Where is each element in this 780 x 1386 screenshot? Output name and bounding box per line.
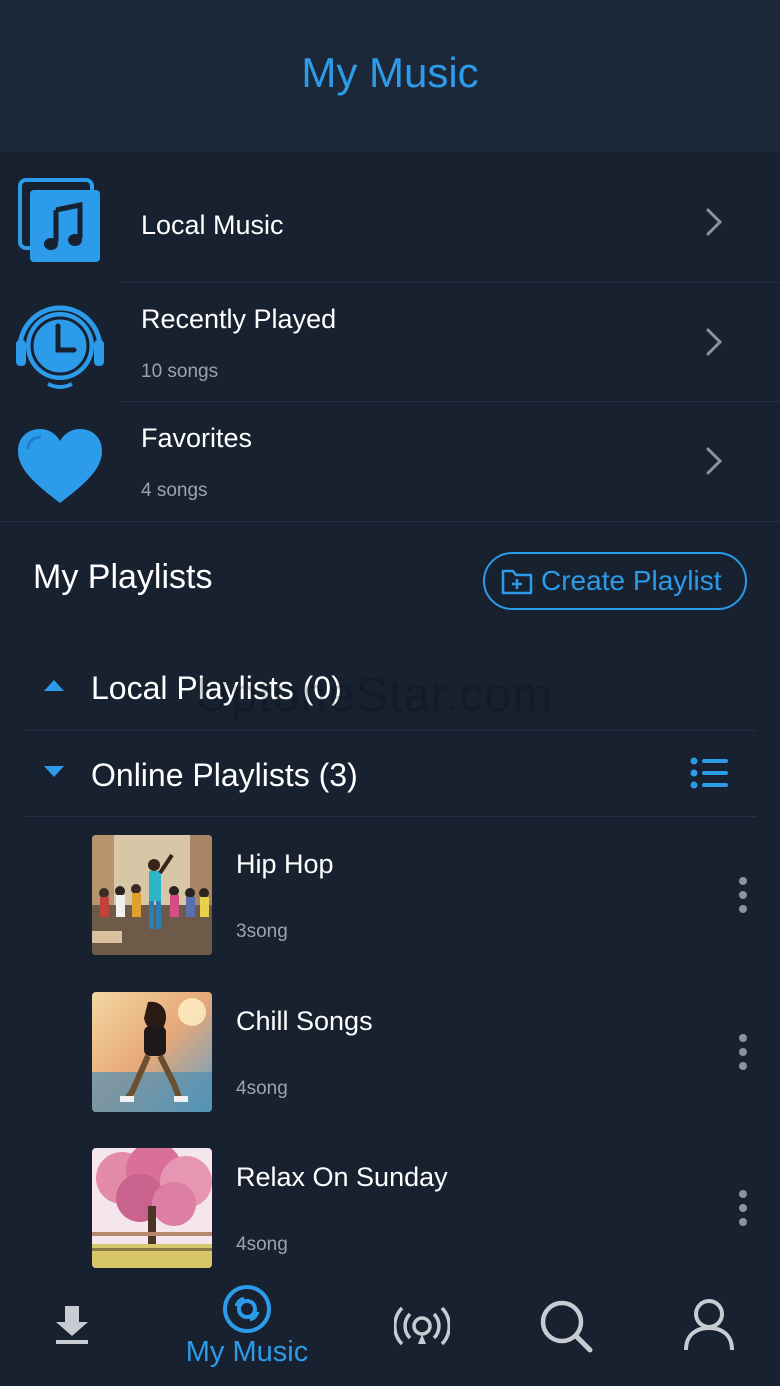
create-playlist-label: Create Playlist	[541, 565, 722, 596]
local-playlists-label: Local Playlists (0)	[91, 670, 342, 706]
playlist-name: Hip Hop	[236, 849, 334, 879]
create-playlist-button[interactable]: Create Playlist	[483, 552, 747, 610]
nav-search[interactable]	[536, 1268, 596, 1386]
nav-download[interactable]	[40, 1268, 104, 1386]
playlist-item[interactable]: Chill Songs 4song	[0, 992, 780, 1122]
nav-my-music-label: My Music	[185, 1336, 309, 1368]
more-options-icon[interactable]	[732, 1188, 754, 1228]
bottom-navigation: My Music	[0, 1268, 780, 1386]
favorites-row[interactable]: Favorites 4 songs	[0, 405, 780, 523]
radio-broadcast-icon	[394, 1306, 450, 1346]
clock-headphones-icon	[16, 305, 104, 389]
recently-played-label: Recently Played	[141, 304, 337, 334]
app-header: My Music	[0, 0, 780, 152]
local-music-label: Local Music	[141, 210, 284, 240]
recently-played-count: 10 songs	[141, 361, 219, 382]
divider	[0, 521, 780, 522]
profile-icon	[684, 1299, 734, 1351]
playlist-song-count: 4song	[236, 1078, 288, 1099]
local-playlists-group[interactable]: Local Playlists (0)	[24, 644, 756, 730]
caret-down-icon	[44, 766, 64, 777]
playlist-song-count: 3song	[236, 921, 288, 942]
add-folder-icon	[501, 569, 533, 595]
list-manage-icon[interactable]	[690, 757, 728, 789]
music-note-icon	[18, 178, 100, 262]
chevron-right-icon	[706, 447, 723, 475]
chevron-right-icon	[706, 208, 723, 236]
playlist-item[interactable]: Relax On Sunday 4song	[0, 1148, 780, 1278]
chevron-right-icon	[706, 328, 723, 356]
page-title: My Music	[301, 49, 479, 96]
favorites-label: Favorites	[141, 423, 253, 453]
caret-up-icon	[44, 680, 64, 691]
more-options-icon[interactable]	[732, 1032, 754, 1072]
playlist-cover-image	[92, 992, 212, 1112]
nav-profile[interactable]	[680, 1268, 738, 1386]
heart-icon	[18, 429, 102, 503]
divider	[120, 401, 780, 402]
playlist-cover-image	[92, 835, 212, 955]
playlist-item[interactable]: Hip Hop 3song	[0, 835, 780, 965]
divider	[120, 282, 780, 283]
divider	[24, 816, 756, 817]
my-music-disc-icon	[223, 1285, 271, 1333]
my-playlists-title: My Playlists	[33, 558, 213, 596]
search-icon	[540, 1300, 593, 1353]
download-icon	[56, 1306, 88, 1344]
playlist-name: Chill Songs	[236, 1006, 373, 1036]
more-options-icon[interactable]	[732, 875, 754, 915]
recently-played-row[interactable]: Recently Played 10 songs	[0, 286, 780, 404]
online-playlists-group[interactable]: Online Playlists (3)	[24, 731, 756, 817]
playlist-cover-image	[92, 1148, 212, 1268]
nav-my-music[interactable]: My Music	[172, 1268, 322, 1386]
online-playlists-label: Online Playlists (3)	[91, 757, 358, 793]
favorites-count: 4 songs	[141, 480, 208, 501]
nav-radio[interactable]	[392, 1268, 452, 1386]
playlist-song-count: 4song	[236, 1234, 288, 1255]
local-music-row[interactable]: Local Music	[0, 166, 780, 284]
playlist-name: Relax On Sunday	[236, 1162, 448, 1192]
